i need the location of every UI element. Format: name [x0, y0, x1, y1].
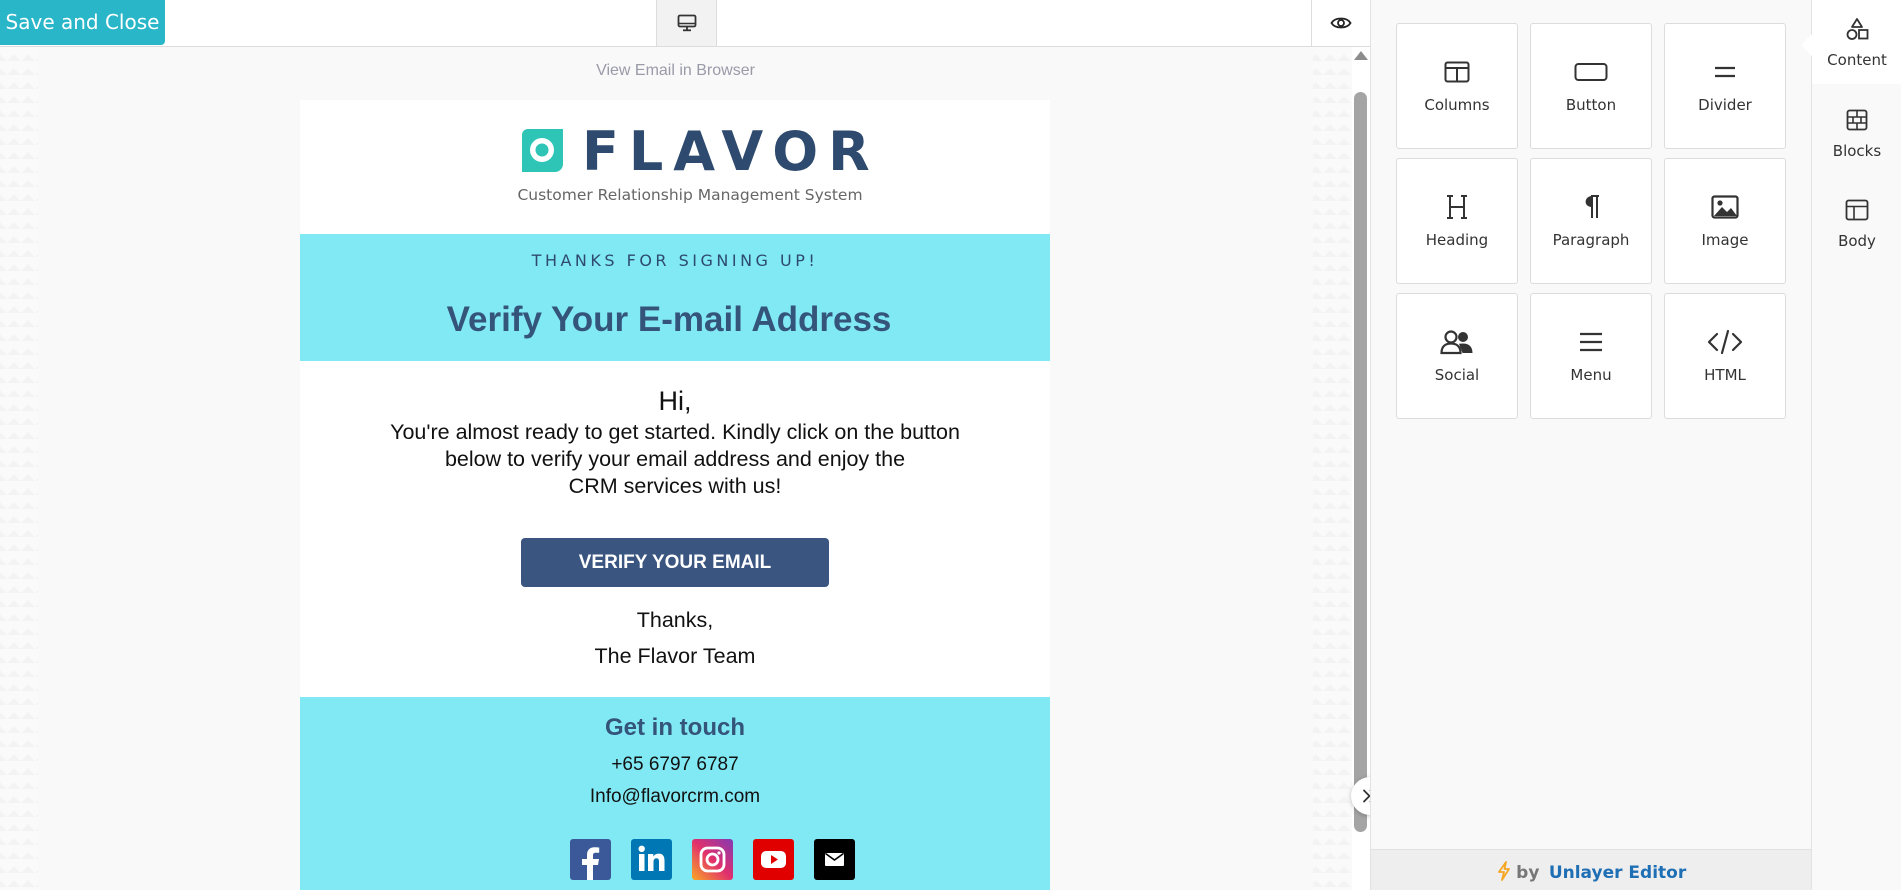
tab-content[interactable]: Content [1812, 0, 1901, 84]
save-and-close-button[interactable]: Save and Close [0, 0, 165, 45]
tab-label: Body [1838, 232, 1876, 250]
hero-kicker: THANKS FOR SIGNING UP! [531, 251, 819, 270]
flavor-logo-mark-icon [522, 129, 563, 172]
tool-button[interactable]: Button [1530, 23, 1652, 149]
tool-label: Paragraph [1552, 231, 1630, 249]
email-header-row[interactable]: FLAVOR Customer Relationship Management … [300, 100, 1050, 234]
tab-body[interactable]: Body [1812, 181, 1901, 265]
menu-icon [1580, 332, 1602, 352]
signature-text: The Flavor Team [594, 644, 756, 668]
tool-label: HTML [1704, 366, 1746, 384]
mail-icon[interactable] [814, 839, 855, 880]
credit-by: by [1516, 863, 1540, 883]
bolt-icon [1497, 861, 1510, 881]
editor-area: Save and Close View Email in Browser FLA… [0, 0, 1370, 890]
tool-columns[interactable]: Columns [1396, 23, 1518, 149]
editor-tabs: Content Blocks Body [1811, 0, 1901, 890]
tool-label: Menu [1570, 366, 1612, 384]
desktop-view-button[interactable] [656, 0, 717, 46]
canvas-scrollbar-thumb[interactable] [1354, 92, 1367, 832]
active-tab-pointer [1801, 34, 1812, 56]
tab-label: Blocks [1832, 142, 1882, 160]
paragraph-icon [1585, 195, 1599, 218]
logo-wordmark: FLAVOR [582, 120, 880, 183]
editor-toolbar: Save and Close [0, 0, 1370, 47]
email-canvas: View Email in Browser FLAVOR Customer Re… [38, 47, 1313, 890]
facebook-icon[interactable] [570, 839, 611, 880]
get-in-touch-heading: Get in touch [605, 714, 745, 741]
heading-icon [1447, 195, 1467, 219]
columns-icon [1444, 61, 1470, 83]
content-tools-panel: Columns Button Divider Heading Paragraph… [1370, 0, 1812, 890]
tool-html[interactable]: HTML [1664, 293, 1786, 419]
canvas-background: View Email in Browser FLAVOR Customer Re… [0, 47, 1370, 890]
tool-label: Button [1565, 96, 1617, 114]
instagram-icon[interactable] [692, 839, 733, 880]
verify-email-button[interactable]: VERIFY YOUR EMAIL [521, 538, 829, 587]
tab-blocks[interactable]: Blocks [1812, 91, 1901, 175]
view-email-in-browser-link[interactable]: View Email in Browser [38, 62, 1313, 80]
email-address: Info@flavorcrm.com [589, 786, 761, 807]
image-icon [1711, 195, 1739, 219]
scroll-up-arrow-icon[interactable] [1354, 51, 1368, 60]
tab-label: Content [1827, 51, 1887, 69]
social-icon [1440, 330, 1473, 355]
blocks-icon [1846, 109, 1868, 131]
contact-section[interactable]: Get in touch +65 6797 6787 Info@flavorcr… [300, 697, 1050, 890]
tool-label: Image [1701, 231, 1749, 249]
intro-paragraph: You're almost ready to get started. Kind… [380, 419, 970, 500]
youtube-icon[interactable] [753, 839, 794, 880]
email-body: FLAVOR Customer Relationship Management … [300, 100, 1050, 890]
flavor-logo: FLAVOR Customer Relationship Management … [517, 120, 869, 216]
tool-label: Social [1434, 366, 1480, 384]
tool-image[interactable]: Image [1664, 158, 1786, 284]
desktop-icon [677, 14, 696, 32]
hero-section[interactable]: THANKS FOR SIGNING UP! Verify Your E-mai… [300, 234, 1050, 361]
logo-subtitle: Customer Relationship Management System [517, 186, 863, 204]
tool-label: Heading [1425, 231, 1489, 249]
tool-label: Columns [1424, 96, 1490, 114]
social-links [300, 839, 1050, 880]
hero-title: Verify Your E-mail Address [446, 300, 892, 339]
intro-line: CRM services with us! [568, 474, 782, 498]
intro-line: You're almost ready to get started. Kind… [390, 420, 960, 444]
phone-number: +65 6797 6787 [611, 754, 739, 775]
unlayer-credit[interactable]: by Unlayer Editor [1371, 849, 1812, 890]
tool-social[interactable]: Social [1396, 293, 1518, 419]
eye-icon [1330, 17, 1352, 29]
thanks-text: Thanks, [636, 608, 714, 632]
preview-button[interactable] [1311, 0, 1370, 46]
tool-menu[interactable]: Menu [1530, 293, 1652, 419]
tool-divider[interactable]: Divider [1664, 23, 1786, 149]
button-icon [1574, 63, 1608, 81]
intro-line: below to verify your email address and e… [444, 447, 906, 471]
body-layout-icon [1845, 199, 1869, 221]
tool-heading[interactable]: Heading [1396, 158, 1518, 284]
message-section[interactable]: Hi, You're almost ready to get started. … [300, 361, 1050, 697]
code-icon [1707, 329, 1743, 355]
linkedin-icon[interactable] [631, 839, 672, 880]
divider-icon [1715, 66, 1735, 78]
shapes-icon [1846, 18, 1869, 40]
tool-label: Divider [1698, 96, 1752, 114]
greeting-text: Hi, [658, 386, 692, 416]
tool-paragraph[interactable]: Paragraph [1530, 158, 1652, 284]
credit-brand-link[interactable]: Unlayer Editor [1549, 863, 1686, 883]
